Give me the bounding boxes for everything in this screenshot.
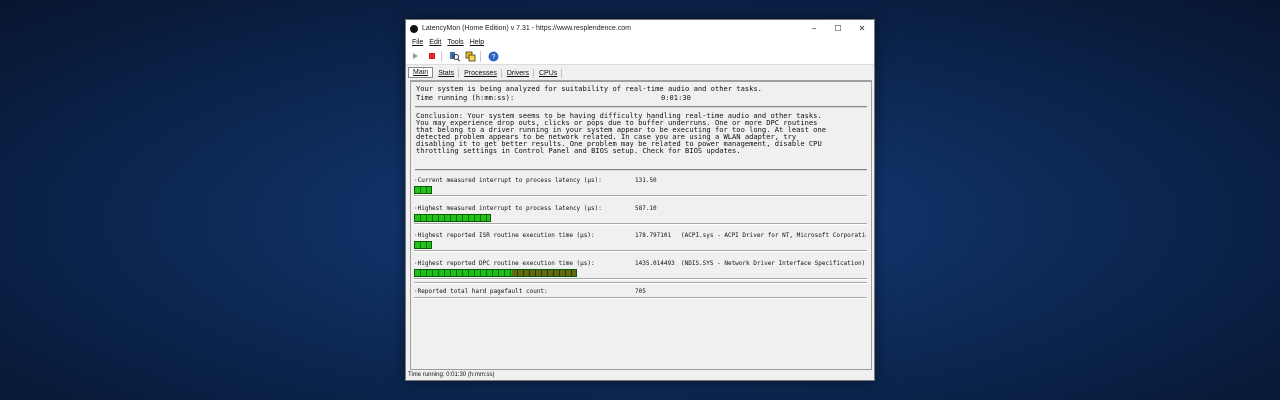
section-divider (415, 106, 867, 108)
conclusion-line: throttling settings in Control Panel and… (416, 146, 741, 155)
maximize-button[interactable]: ☐ (826, 20, 850, 37)
metric-bar-fill (414, 214, 491, 222)
title-bar: LatencyMon (Home Edition) v 7.31 - https… (406, 20, 874, 37)
metric-bar-fill (414, 269, 577, 277)
tab-strip: Main Stats Processes Drivers CPUs (406, 65, 874, 78)
analysis-status: Your system is being analyzed for suitab… (416, 84, 762, 93)
play-icon[interactable] (409, 50, 422, 63)
svg-text:?: ? (492, 54, 496, 61)
time-running-label: Time running (h:mm:ss): (416, 93, 515, 102)
search-icon[interactable] (448, 50, 461, 63)
metric-current-latency-value: 131.50 (635, 177, 657, 184)
metric-bar-track (414, 241, 867, 249)
metric-rule (414, 282, 867, 284)
close-button[interactable]: ✕ (850, 20, 874, 37)
metric-bar-fill (414, 241, 432, 249)
toolbar-separator (480, 50, 481, 62)
window-title: LatencyMon (Home Edition) v 7.31 - https… (422, 25, 631, 32)
metric-rule (414, 278, 867, 280)
time-running-value: 0:01:30 (661, 93, 691, 102)
status-bar: Time running: 0:01:30 (h:mm:ss) (406, 370, 874, 380)
metric-rule (414, 223, 867, 225)
metric-isr-value: 178.797101 (635, 232, 672, 239)
metric-pagefault-value: 705 (635, 288, 646, 295)
tab-cpus[interactable]: CPUs (535, 69, 563, 78)
help-icon[interactable]: ? (487, 50, 500, 63)
metric-isr-driver: (ACPI.sys - ACPI Driver for NT, Microsof… (681, 232, 866, 239)
menu-edit[interactable]: Edit (429, 39, 441, 46)
metric-bar-track (414, 186, 867, 194)
metric-pagefault-label: ·Reported total hard pagefault count: (414, 288, 548, 295)
menu-bar: File Edit Tools Help (406, 37, 874, 48)
menu-tools[interactable]: Tools (447, 39, 463, 46)
toolbar-separator (441, 50, 442, 62)
section-divider (415, 169, 867, 171)
metric-bar-track (414, 269, 867, 277)
main-panel: Your system is being analyzed for suitab… (410, 80, 872, 370)
tab-stats[interactable]: Stats (434, 69, 460, 78)
minimize-button[interactable]: – (802, 20, 826, 37)
metric-highest-latency-label: ·Highest measured interrupt to process l… (414, 205, 602, 212)
menu-file[interactable]: File (412, 39, 423, 46)
metric-bar-track (414, 214, 867, 222)
metric-isr-label: ·Highest reported ISR routine execution … (414, 232, 595, 239)
app-icon (410, 24, 418, 33)
metric-bar-fill (414, 186, 432, 194)
toolbar: ? (406, 48, 874, 65)
tab-processes[interactable]: Processes (460, 69, 502, 78)
latencymon-window: LatencyMon (Home Edition) v 7.31 - https… (405, 19, 875, 381)
metric-dpc-label: ·Highest reported DPC routine execution … (414, 260, 595, 267)
tab-drivers[interactable]: Drivers (503, 69, 534, 78)
metric-rule (414, 195, 867, 197)
stop-icon[interactable] (425, 50, 438, 63)
metric-dpc-driver: (NDIS.SYS - Network Driver Interface Spe… (681, 260, 866, 267)
tab-main[interactable]: Main (408, 67, 434, 78)
metric-rule (414, 250, 867, 252)
metric-rule (414, 297, 867, 299)
metric-current-latency-label: ·Current measured interrupt to process l… (414, 177, 602, 184)
copy-icon[interactable] (464, 50, 477, 63)
menu-help[interactable]: Help (470, 39, 484, 46)
metric-dpc-value: 1435.014493 (635, 260, 675, 267)
metric-highest-latency-value: 587.10 (635, 205, 657, 212)
